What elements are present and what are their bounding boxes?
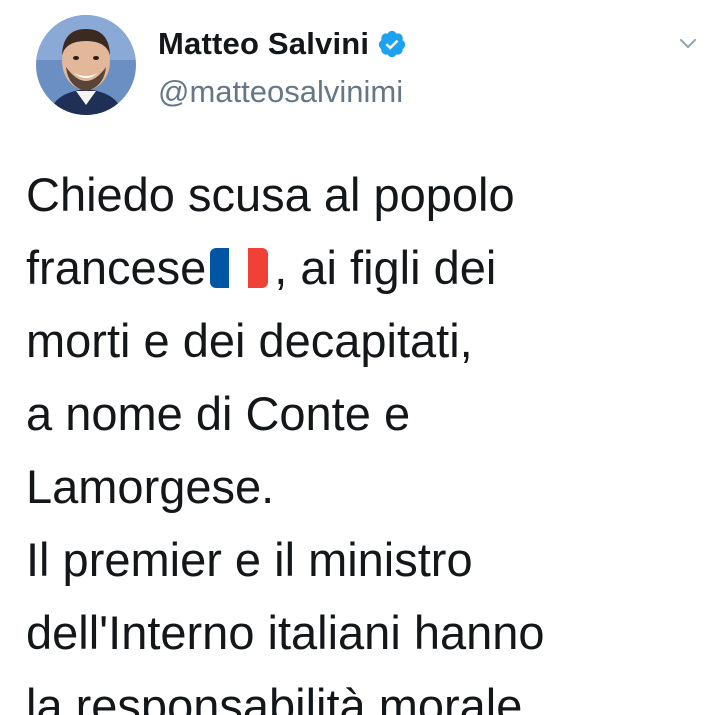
tweet-line: Chiedo scusa al popolo <box>26 168 515 221</box>
tweet-line-part: , ai figli dei <box>274 241 497 294</box>
chevron-down-icon[interactable] <box>675 30 701 56</box>
tweet-line: a nome di Conte e <box>26 387 411 440</box>
tweet-line: dell'Interno italiani hanno <box>26 606 545 659</box>
france-flag-emoji <box>210 247 269 288</box>
tweet-line: Il premier e il ministro <box>26 533 473 586</box>
author-display-name[interactable]: Matteo Salvini <box>158 26 369 62</box>
author-handle[interactable]: @matteosalvinimi <box>158 74 403 110</box>
tweet-line: morti e dei decapitati, <box>26 314 473 367</box>
tweet-line: la responsabilità morale <box>26 679 523 715</box>
avatar-photo <box>36 15 136 115</box>
tweet-line: Lamorgese. <box>26 460 275 513</box>
tweet-card: Matteo Salvini @matteosalvinimi Chiedo s… <box>0 0 715 715</box>
tweet-line-part: francese <box>26 241 207 294</box>
verified-check-icon <box>377 29 407 59</box>
tweet-text: Chiedo scusa al popolo francese , ai figl… <box>26 158 706 715</box>
avatar[interactable] <box>36 15 136 115</box>
tweet-line: francese , ai figli dei <box>26 231 706 304</box>
author-name-row: Matteo Salvini <box>158 22 407 66</box>
